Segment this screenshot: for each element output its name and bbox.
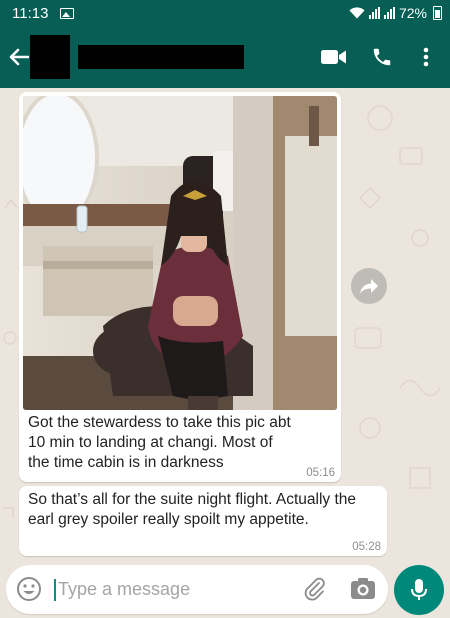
phone-icon bbox=[373, 48, 391, 66]
camera-icon bbox=[351, 578, 375, 599]
text-caret bbox=[54, 579, 56, 601]
more-options-button[interactable] bbox=[406, 33, 446, 81]
more-vert-icon bbox=[423, 47, 429, 67]
input-bar bbox=[0, 560, 450, 618]
video-call-button[interactable] bbox=[310, 33, 358, 81]
battery-percent: 72% bbox=[398, 5, 427, 21]
message-composer bbox=[6, 565, 388, 614]
microphone-icon bbox=[411, 579, 427, 600]
voice-call-button[interactable] bbox=[358, 33, 406, 81]
photo-caption: Got the stewardess to take this pic abt … bbox=[28, 414, 291, 471]
message-body: So that’s all for the suite night flight… bbox=[28, 491, 356, 528]
text-message-bubble[interactable]: So that’s all for the suite night flight… bbox=[19, 486, 387, 556]
forward-button[interactable] bbox=[351, 268, 387, 304]
video-call-icon bbox=[321, 50, 346, 64]
back-arrow-icon bbox=[9, 48, 29, 66]
gallery-notification-icon bbox=[60, 7, 75, 19]
voice-message-button[interactable] bbox=[394, 565, 444, 615]
signal-icon-2 bbox=[383, 7, 395, 19]
status-bar: 11:13 72% bbox=[0, 0, 450, 26]
chat-area[interactable]: Got the stewardess to take this pic abt … bbox=[0, 88, 450, 560]
status-indicators: 72% bbox=[349, 5, 442, 21]
message-photo[interactable] bbox=[23, 96, 337, 410]
status-time: 11:13 bbox=[12, 4, 49, 22]
paperclip-icon bbox=[304, 577, 325, 601]
message-time: 05:16 bbox=[306, 467, 335, 479]
message-input[interactable] bbox=[58, 573, 288, 606]
header-actions bbox=[310, 33, 450, 81]
chat-header bbox=[0, 26, 450, 88]
emoji-button[interactable] bbox=[16, 576, 42, 602]
camera-button[interactable] bbox=[349, 576, 377, 602]
attach-button[interactable] bbox=[302, 576, 328, 602]
contact-avatar-redacted[interactable] bbox=[30, 35, 70, 79]
forward-icon bbox=[360, 279, 378, 294]
emoji-icon bbox=[17, 577, 41, 601]
contact-name-redacted[interactable] bbox=[78, 45, 244, 69]
wifi-icon bbox=[349, 7, 365, 19]
photo-message-bubble[interactable]: Got the stewardess to take this pic abt … bbox=[19, 92, 341, 482]
battery-icon bbox=[433, 6, 442, 20]
signal-icon-1 bbox=[368, 7, 380, 19]
airplane-suite-photo bbox=[23, 96, 337, 410]
message-time: 05:28 bbox=[352, 541, 381, 553]
